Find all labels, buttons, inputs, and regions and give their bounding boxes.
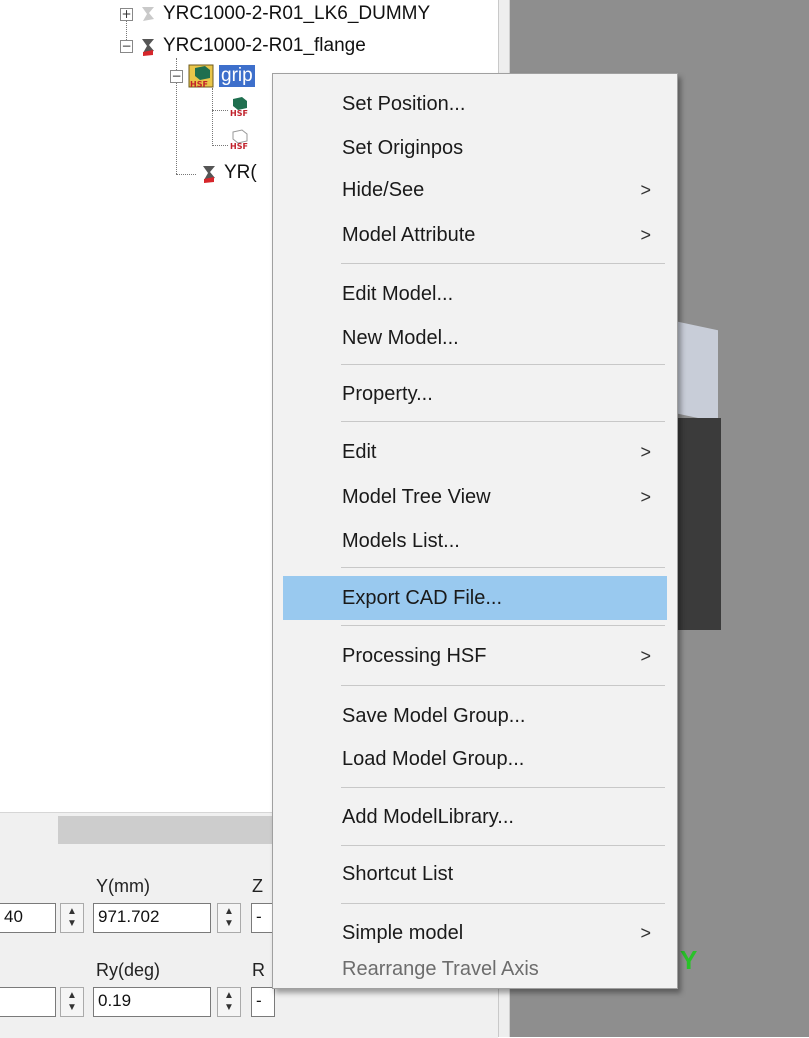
- y-label: Y(mm): [96, 876, 150, 896]
- robot-icon: [198, 162, 220, 184]
- model-part: [678, 321, 718, 423]
- menu-item-property[interactable]: Property...: [283, 372, 667, 416]
- menu-item-label: Shortcut List: [342, 862, 454, 885]
- menu-item-set-position[interactable]: Set Position...: [283, 82, 667, 126]
- tree-node-label: YR(: [224, 162, 257, 183]
- menu-item-label: Model Attribute: [342, 223, 476, 246]
- tree-node-label-selected: grip: [219, 65, 255, 87]
- menu-item-label: Set Originpos: [342, 136, 464, 159]
- menu-item-export-cad-file[interactable]: Export CAD File...: [283, 576, 667, 620]
- menu-item-models-list[interactable]: Models List...: [283, 519, 667, 563]
- hsf-model-outline-icon: HSF: [228, 128, 250, 151]
- menu-separator: [341, 903, 665, 904]
- spin-down-icon[interactable]: ▼: [67, 918, 77, 930]
- submenu-arrow-icon: >: [640, 486, 651, 507]
- y-axis-indicator: Y: [680, 945, 698, 975]
- ry-label: Ry(deg): [96, 960, 161, 980]
- spin-up-icon[interactable]: ▲: [224, 906, 234, 918]
- svg-text:HSF: HSF: [230, 109, 248, 117]
- menu-item-set-originpos[interactable]: Set Originpos: [283, 126, 667, 170]
- menu-item-label: Hide/See: [342, 178, 425, 201]
- menu-separator: [341, 845, 665, 846]
- menu-item-label: Model Tree View: [342, 485, 491, 508]
- hsf-model-icon: HSF: [187, 63, 215, 89]
- collapse-icon[interactable]: −: [170, 69, 183, 83]
- tree-line: [176, 174, 196, 175]
- menu-separator: [341, 364, 665, 365]
- menu-item-edit-model[interactable]: Edit Model...: [283, 272, 667, 316]
- menu-item-label: Processing HSF: [342, 644, 487, 667]
- tree-line: [212, 110, 228, 111]
- menu-item-model-tree-view[interactable]: Model Tree View >: [283, 475, 667, 519]
- tree-node-label: YRC1000-2-R01_flange: [163, 35, 366, 56]
- tree-line: [212, 145, 228, 146]
- menu-item-processing-hsf[interactable]: Processing HSF >: [283, 634, 667, 678]
- x-input[interactable]: 40: [0, 903, 56, 933]
- submenu-arrow-icon: >: [640, 441, 651, 462]
- spin-down-icon[interactable]: ▼: [224, 918, 234, 930]
- submenu-arrow-icon: >: [640, 224, 651, 245]
- menu-item-load-model-group[interactable]: Load Model Group...: [283, 737, 667, 781]
- tree-node-grip-child-2[interactable]: HSF: [228, 128, 254, 151]
- menu-separator: [341, 263, 665, 264]
- menu-item-new-model[interactable]: New Model...: [283, 316, 667, 360]
- menu-separator: [341, 787, 665, 788]
- menu-item-add-modellibrary[interactable]: Add ModelLibrary...: [283, 795, 667, 839]
- menu-item-label: Export CAD File...: [342, 586, 503, 609]
- spin-up-icon[interactable]: ▲: [224, 990, 234, 1002]
- menu-separator: [341, 685, 665, 686]
- menu-separator: [341, 421, 665, 422]
- svg-text:HSF: HSF: [230, 142, 248, 150]
- rz-label: R: [252, 960, 265, 980]
- menu-item-label: Edit: [342, 440, 377, 463]
- menu-item-label: Save Model Group...: [342, 704, 526, 727]
- menu-item-edit[interactable]: Edit >: [283, 430, 667, 474]
- menu-item-label: Models List...: [342, 529, 460, 552]
- context-menu: Set Position... Set Originpos Hide/See > …: [272, 73, 678, 989]
- menu-item-shortcut-list[interactable]: Shortcut List: [283, 852, 667, 896]
- menu-item-label: Edit Model...: [342, 282, 454, 305]
- tree-line: [212, 88, 213, 146]
- menu-separator: [341, 567, 665, 568]
- submenu-arrow-icon: >: [640, 179, 651, 200]
- x-spinner[interactable]: ▲ ▼: [60, 903, 84, 933]
- menu-item-label: Property...: [342, 382, 433, 405]
- spin-up-icon[interactable]: ▲: [67, 906, 77, 918]
- menu-item-model-attribute[interactable]: Model Attribute >: [283, 213, 667, 257]
- menu-item-label: Set Position...: [342, 92, 466, 115]
- y-input[interactable]: 971.702: [93, 903, 211, 933]
- hsf-model-icon: HSF: [228, 95, 250, 118]
- menu-item-hide-see[interactable]: Hide/See >: [283, 168, 667, 212]
- rx-spinner[interactable]: ▲ ▼: [60, 987, 84, 1017]
- menu-item-label: Load Model Group...: [342, 747, 525, 770]
- rx-input[interactable]: [0, 987, 56, 1017]
- robot-icon: [137, 3, 159, 25]
- menu-item-rearrange-travel-axis: Rearrange Travel Axis: [283, 935, 667, 991]
- y-spinner[interactable]: ▲ ▼: [217, 903, 241, 933]
- spin-down-icon[interactable]: ▼: [67, 1002, 77, 1014]
- tree-node-grip[interactable]: − HSF grip: [170, 63, 255, 89]
- rz-input[interactable]: -: [251, 987, 275, 1017]
- ry-spinner[interactable]: ▲ ▼: [217, 987, 241, 1017]
- collapse-icon[interactable]: −: [120, 39, 133, 53]
- tree-node-flange[interactable]: − YRC1000-2-R01_flange: [120, 35, 366, 57]
- z-label: Z: [252, 876, 263, 896]
- submenu-arrow-icon: >: [640, 645, 651, 666]
- svg-text:HSF: HSF: [190, 80, 208, 89]
- tree-node-robot[interactable]: YR(: [198, 162, 257, 184]
- robot-icon: [137, 35, 159, 57]
- tree-node-grip-child-1[interactable]: HSF: [228, 95, 254, 118]
- menu-item-label: Add ModelLibrary...: [342, 805, 514, 828]
- menu-item-label: New Model...: [342, 326, 459, 349]
- tree-node-lk6-dummy[interactable]: + YRC1000-2-R01_LK6_DUMMY: [120, 3, 430, 25]
- tree-node-label: YRC1000-2-R01_LK6_DUMMY: [163, 3, 431, 24]
- menu-item-save-model-group[interactable]: Save Model Group...: [283, 694, 667, 738]
- spin-down-icon[interactable]: ▼: [224, 1002, 234, 1014]
- spin-up-icon[interactable]: ▲: [67, 990, 77, 1002]
- menu-item-label: Rearrange Travel Axis: [342, 957, 539, 980]
- menu-separator: [341, 625, 665, 626]
- expand-icon[interactable]: +: [120, 7, 133, 21]
- ry-input[interactable]: 0.19: [93, 987, 211, 1017]
